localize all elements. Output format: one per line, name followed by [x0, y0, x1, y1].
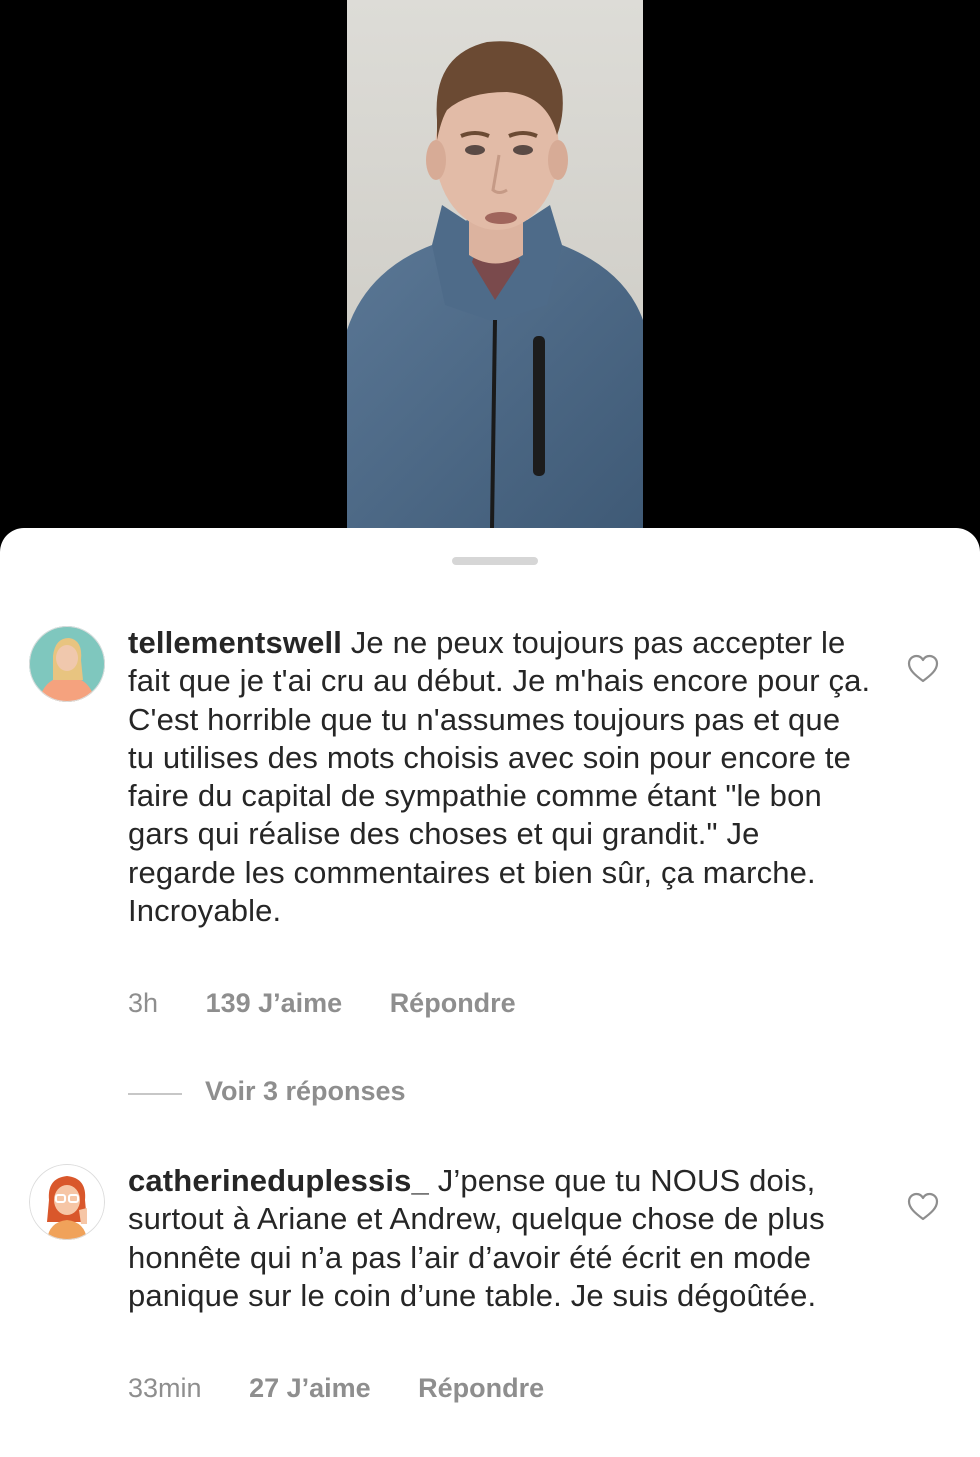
comment-timestamp: 3h: [128, 988, 159, 1018]
heart-outline-icon[interactable]: [907, 1192, 939, 1222]
comment-username[interactable]: catherineduplessis_: [128, 1163, 429, 1198]
like-count[interactable]: 27 J’aime: [249, 1373, 371, 1404]
comments-sheet: tellementswell Je ne peux toujours pas a…: [0, 528, 980, 1457]
avatar[interactable]: [29, 626, 105, 702]
replies-divider-line: [128, 1093, 182, 1095]
video-player[interactable]: [0, 0, 980, 560]
like-count[interactable]: 139 J’aime: [206, 988, 343, 1019]
sheet-drag-handle[interactable]: [452, 557, 538, 565]
comment-meta: 33min 27 J’aime Répondre: [128, 1373, 544, 1404]
avatar[interactable]: [29, 1164, 105, 1240]
reply-button[interactable]: Répondre: [418, 1373, 544, 1404]
comment-timestamp: 33min: [128, 1373, 202, 1403]
video-still-image: [347, 0, 643, 528]
reply-button[interactable]: Répondre: [390, 988, 516, 1019]
comment-body: Je ne peux toujours pas accepter le fait…: [128, 625, 871, 929]
comment-text: tellementswell Je ne peux toujours pas a…: [128, 624, 873, 930]
video-frame[interactable]: [347, 0, 643, 528]
heart-outline-icon[interactable]: [907, 654, 939, 684]
comment-text: catherineduplessis_ J’pense que tu NOUS …: [128, 1162, 873, 1315]
avatar-ring: [29, 1164, 105, 1240]
comment-username[interactable]: tellementswell: [128, 625, 342, 660]
avatar-ring: [29, 626, 105, 702]
comment-meta: 3h 139 J’aime Répondre: [128, 988, 516, 1019]
view-replies-label: Voir 3 réponses: [205, 1076, 406, 1106]
